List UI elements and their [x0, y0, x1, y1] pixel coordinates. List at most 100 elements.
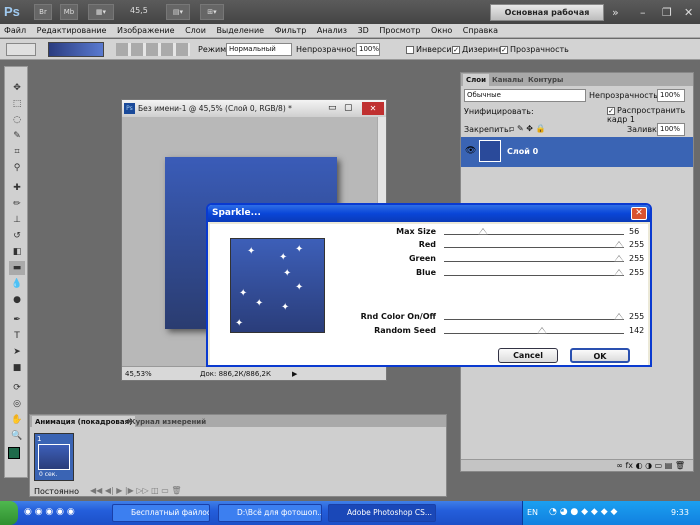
menu-filter[interactable]: Фильтр: [271, 24, 311, 38]
gradient-tool-icon[interactable]: ▬: [9, 261, 25, 275]
param-slider-track[interactable]: [444, 319, 624, 320]
crop-tool-icon[interactable]: ⌗: [9, 145, 25, 159]
move-tool-icon[interactable]: ✥: [9, 81, 25, 95]
tab-paths[interactable]: Контуры: [525, 74, 566, 86]
menu-3d[interactable]: 3D: [354, 24, 373, 38]
type-tool-icon[interactable]: T: [9, 329, 25, 343]
param-slider-track[interactable]: [444, 261, 624, 262]
tab-measurement[interactable]: Журнал измерений: [124, 416, 209, 428]
param-slider-thumb[interactable]: [614, 313, 624, 320]
view-extras-button[interactable]: ▦▾: [88, 4, 114, 20]
doc-maximize-icon[interactable]: ▢: [344, 103, 353, 113]
gradient-preview[interactable]: [48, 42, 104, 57]
eyedropper-tool-icon[interactable]: ⚲: [9, 161, 25, 175]
path-select-icon[interactable]: ➤: [9, 345, 25, 359]
param-slider-track[interactable]: [444, 247, 624, 248]
status-arrow-icon[interactable]: ▶: [292, 367, 297, 381]
param-slider-track[interactable]: [444, 333, 624, 334]
param-slider-thumb[interactable]: [537, 327, 547, 334]
quick-launch-icons[interactable]: ◉ ◉ ◉ ◉ ◉: [24, 507, 75, 517]
dialog-close-icon[interactable]: ✕: [631, 207, 647, 220]
3d-orbit-icon[interactable]: ◎: [9, 397, 25, 411]
menu-analysis[interactable]: Анализ: [313, 24, 351, 38]
param-slider-track[interactable]: [444, 234, 624, 235]
doc-zoom-field[interactable]: 45,53%: [125, 367, 152, 381]
menu-window[interactable]: Окно: [427, 24, 456, 38]
marquee-tool-icon[interactable]: ⬚: [9, 97, 25, 111]
menu-file[interactable]: Файл: [0, 24, 30, 38]
pen-tool-icon[interactable]: ✒: [9, 313, 25, 327]
eye-icon[interactable]: 👁: [465, 146, 476, 156]
inverse-checkbox[interactable]: Инверсия: [406, 45, 456, 54]
bridge-button[interactable]: Br: [34, 4, 52, 20]
param-slider-track[interactable]: [444, 275, 624, 276]
param-slider-thumb[interactable]: [614, 255, 624, 262]
layer-name[interactable]: Слой 0: [507, 147, 538, 156]
shape-tool-icon[interactable]: ■: [9, 361, 25, 375]
layers-footer-icons[interactable]: ∞ fx ◐ ◑ ▭ ▤ 🗑: [461, 459, 693, 471]
gradient-type-buttons[interactable]: [116, 43, 190, 56]
menu-view[interactable]: Просмотр: [375, 24, 424, 38]
blend-mode-select[interactable]: Нормальный: [226, 43, 292, 56]
playback-controls[interactable]: ◀◀ ◀| ▶ |▶ ▷▷ ◫ ▭ 🗑: [90, 486, 182, 495]
fill-field[interactable]: 100%: [657, 123, 685, 136]
quick-select-tool-icon[interactable]: ✎: [9, 129, 25, 143]
tab-channels[interactable]: Каналы: [489, 74, 526, 86]
cancel-button[interactable]: Cancel: [498, 348, 558, 363]
tray-icons[interactable]: ◔ ◕ ● ◆ ◆ ◆ ◆: [549, 507, 617, 517]
language-indicator[interactable]: EN: [527, 508, 538, 517]
transparency-checkbox[interactable]: ✓ Прозрачность: [500, 45, 569, 54]
minibridge-button[interactable]: Mb: [60, 4, 78, 20]
dodge-tool-icon[interactable]: ●: [9, 293, 25, 307]
param-slider-thumb[interactable]: [614, 241, 624, 248]
ps-doc-icon: Ps: [124, 103, 135, 114]
brush-tool-icon[interactable]: ✏: [9, 197, 25, 211]
zoom-level[interactable]: 45,5: [130, 6, 148, 15]
start-button[interactable]: [0, 501, 18, 525]
menu-help[interactable]: Справка: [459, 24, 502, 38]
tab-animation[interactable]: Анимация (покадровая): [32, 416, 136, 428]
doc-close-icon[interactable]: ✕: [362, 102, 384, 115]
lasso-tool-icon[interactable]: ◌: [9, 113, 25, 127]
eraser-tool-icon[interactable]: ◧: [9, 245, 25, 259]
stamp-tool-icon[interactable]: ⊥: [9, 213, 25, 227]
task-photoshop[interactable]: Adobe Photoshop CS...: [328, 504, 436, 522]
propagate-checkbox[interactable]: ✓ Распространить кадр 1: [607, 106, 693, 124]
dither-checkbox[interactable]: ✓ Дизеринг: [452, 45, 502, 54]
menu-select[interactable]: Выделение: [212, 24, 268, 38]
tab-layers[interactable]: Слои: [463, 74, 489, 86]
layer-opacity-field[interactable]: 100%: [657, 89, 685, 102]
hand-tool-icon[interactable]: ✋: [9, 413, 25, 427]
blur-tool-icon[interactable]: 💧: [9, 277, 25, 291]
task-browser[interactable]: Бесплатный файлоо...: [112, 504, 210, 522]
menu-edit[interactable]: Редактирование: [33, 24, 111, 38]
close-icon[interactable]: ✕: [684, 6, 693, 19]
restore-icon[interactable]: ❐: [662, 6, 672, 19]
param-slider-thumb[interactable]: [614, 269, 624, 276]
ok-button[interactable]: OK: [570, 348, 630, 363]
workspace-switcher[interactable]: Основная рабочая среда: [490, 4, 604, 32]
menu-image[interactable]: Изображение: [113, 24, 179, 38]
menu-layers[interactable]: Слои: [181, 24, 210, 38]
arrange-docs-button[interactable]: ▤▾: [166, 4, 190, 20]
foreground-color-swatch[interactable]: [8, 447, 20, 459]
animation-tabs: Анимация (покадровая) Журнал измерений: [30, 415, 446, 428]
layer-blend-select[interactable]: Обычные: [464, 89, 586, 102]
frame-time[interactable]: 0 сек.: [39, 471, 57, 478]
zoom-tool-icon[interactable]: 🔍: [9, 429, 25, 443]
task-explorer[interactable]: D:\Всё для фотошоп...: [218, 504, 322, 522]
3d-rotate-icon[interactable]: ⟳: [9, 381, 25, 395]
lock-icons[interactable]: ▫ ✎ ✥ 🔒: [509, 124, 545, 133]
doc-minimize-icon[interactable]: ▭: [328, 103, 337, 113]
loop-select[interactable]: Постоянно: [34, 487, 79, 496]
param-slider-thumb[interactable]: [477, 228, 488, 235]
screen-mode-button[interactable]: ⊞▾: [200, 4, 224, 20]
tool-preset-picker[interactable]: [6, 43, 36, 56]
animation-frame[interactable]: 1 0 сек.: [34, 433, 74, 481]
layer-row[interactable]: 👁 Слой 0: [461, 137, 693, 167]
more-workspaces-icon[interactable]: »: [612, 6, 619, 19]
minimize-icon[interactable]: –: [640, 6, 646, 19]
healing-tool-icon[interactable]: ✚: [9, 181, 25, 195]
history-brush-icon[interactable]: ↺: [9, 229, 25, 243]
opacity-field[interactable]: 100%: [356, 43, 380, 56]
